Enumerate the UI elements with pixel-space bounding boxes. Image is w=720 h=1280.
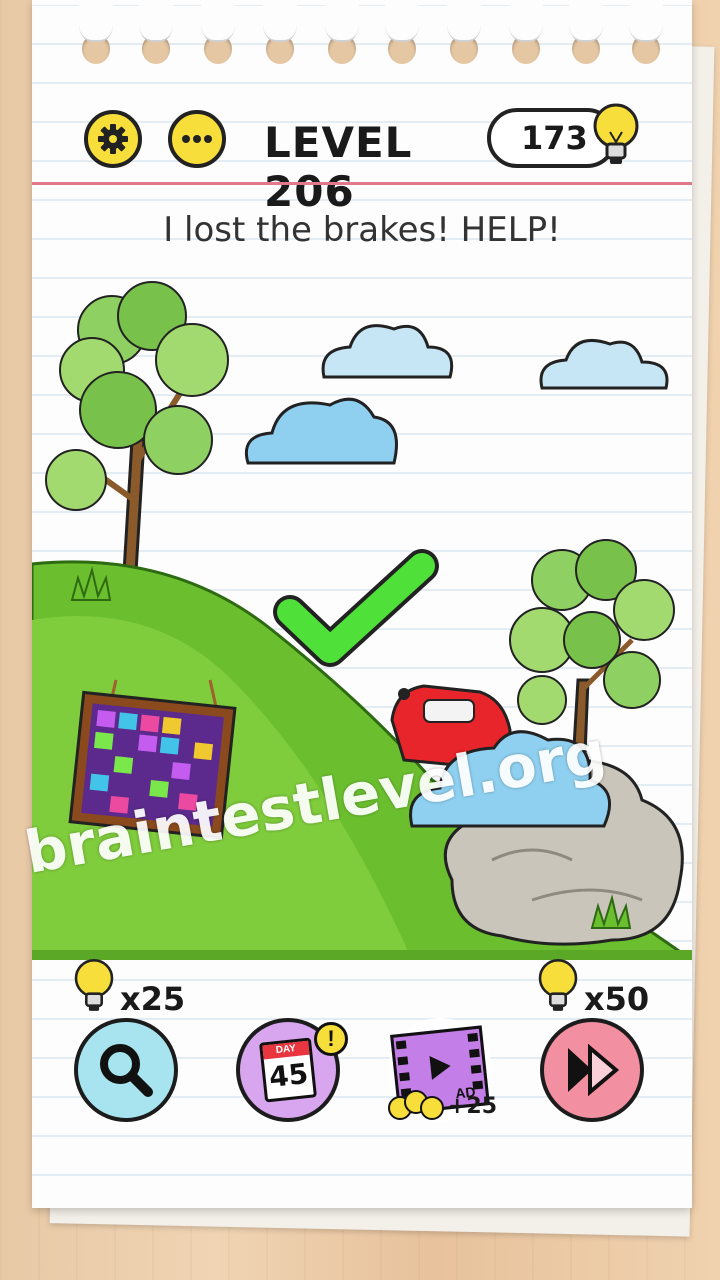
lightbulb-cluster-icon — [388, 1090, 444, 1122]
paper-hole — [569, 0, 603, 64]
paper-hole — [263, 0, 297, 64]
paper-hole — [79, 0, 113, 64]
notebook-page: LEVEL 206 173 I lost the brakes! HELP! x… — [32, 0, 692, 1208]
cloud[interactable] — [245, 397, 398, 465]
alert-badge: ! — [314, 1022, 348, 1056]
tree-left — [45, 281, 229, 574]
skip-level-button[interactable] — [540, 1018, 644, 1122]
paper-hole — [629, 0, 663, 64]
level-question: I lost the brakes! HELP! — [163, 210, 561, 250]
paper-hole — [385, 0, 419, 64]
paper-hole — [325, 0, 359, 64]
gear-icon — [98, 124, 128, 154]
hint-count: 173 — [521, 119, 588, 157]
cloud[interactable] — [321, 324, 454, 379]
lightbulb-icon — [70, 956, 118, 1021]
menu-button[interactable] — [168, 110, 226, 168]
cloud[interactable] — [539, 339, 669, 390]
skip-cost: x50 — [584, 980, 650, 1018]
settings-button[interactable] — [84, 110, 142, 168]
calendar-icon: DAY 45 — [259, 1037, 317, 1103]
search-cost: x25 — [120, 980, 186, 1018]
calendar-day: 45 — [267, 1057, 310, 1094]
margin-line — [32, 182, 692, 185]
more-dots-icon — [182, 135, 212, 143]
lightbulb-icon — [534, 956, 582, 1021]
ad-reward: +25 — [448, 1094, 498, 1119]
paper-hole — [139, 0, 173, 64]
correct-checkmark — [273, 549, 439, 667]
paper-hole — [509, 0, 543, 64]
level-title: LEVEL 206 — [264, 118, 413, 216]
magnifier-icon — [100, 1044, 153, 1097]
fast-forward-icon — [568, 1044, 620, 1096]
lightbulb-icon — [588, 102, 644, 173]
paper-hole — [447, 0, 481, 64]
paper-hole — [201, 0, 235, 64]
search-hint-button[interactable] — [74, 1018, 178, 1122]
